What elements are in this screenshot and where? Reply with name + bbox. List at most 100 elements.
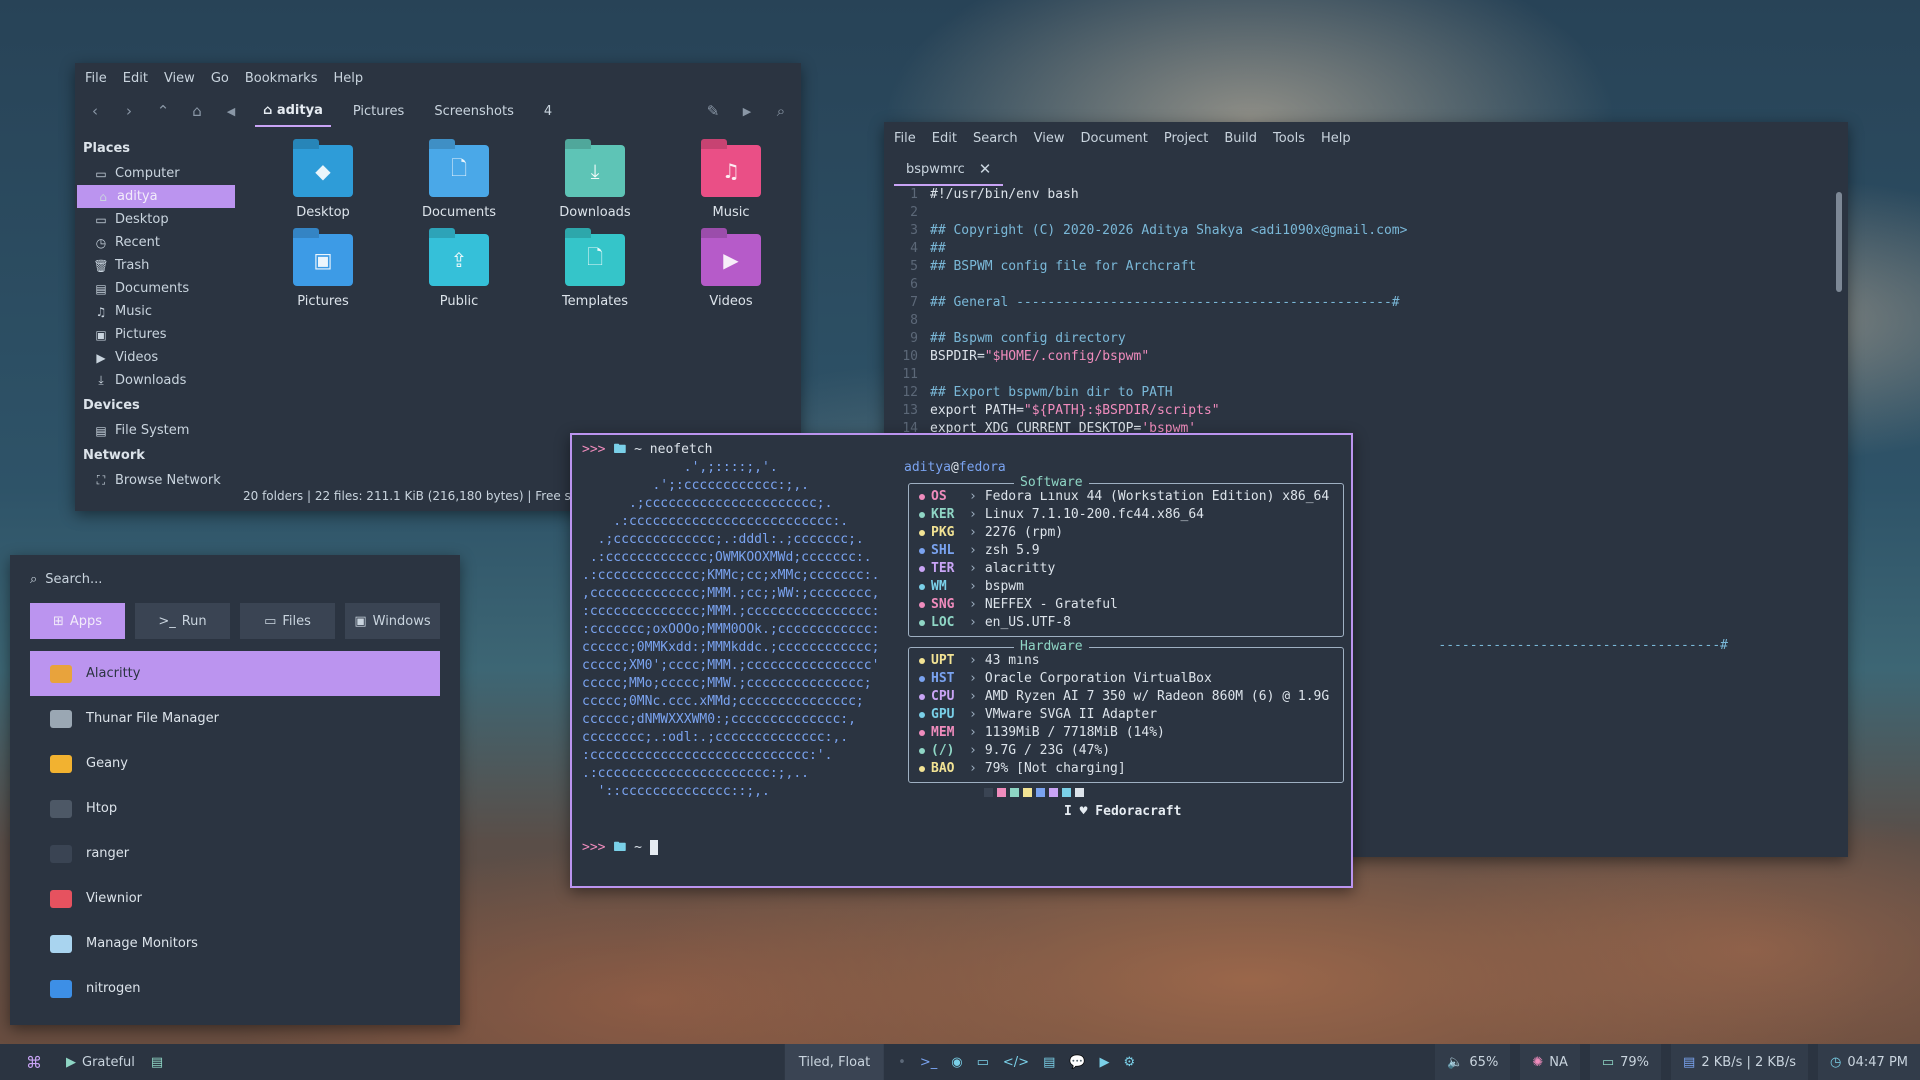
place-music[interactable]: ♫ Music: [75, 300, 235, 323]
geany-menu-build[interactable]: Build: [1224, 131, 1257, 146]
forward-icon[interactable]: ›: [119, 102, 139, 120]
mode-files[interactable]: ▭ Files: [240, 603, 335, 639]
geany-menu-edit[interactable]: Edit: [932, 131, 957, 146]
folder-item[interactable]: ▶ Videos: [663, 234, 799, 309]
color-swatch: [1075, 788, 1084, 797]
close-icon[interactable]: ✕: [979, 160, 992, 178]
folder-icon[interactable]: ▭: [977, 1055, 989, 1070]
crumb-right-icon[interactable]: ▶: [737, 105, 757, 118]
crumb-screenshots[interactable]: Screenshots: [426, 97, 522, 126]
geany-menu-project[interactable]: Project: [1164, 131, 1208, 146]
logo-line: cccccccc;.:odl:.;cccccccccccccc:,.: [582, 730, 849, 745]
menu-launcher-icon[interactable]: ⌘: [0, 1044, 54, 1080]
geany-menu-view[interactable]: View: [1034, 131, 1065, 146]
music-widget[interactable]: ▶ Grateful ▤: [54, 1044, 175, 1080]
folder-glyph-icon: ♫: [722, 159, 740, 183]
clipboard-icon[interactable]: ▤: [151, 1055, 163, 1070]
place-pictures[interactable]: ▣ Pictures: [75, 323, 235, 346]
settings-icon[interactable]: ⚙: [1124, 1055, 1136, 1070]
geany-menu-document[interactable]: Document: [1080, 131, 1147, 146]
geany-menu-search[interactable]: Search: [973, 131, 1018, 146]
search-input[interactable]: Search...: [45, 572, 102, 587]
crumb-aditya[interactable]: ⌂ aditya: [255, 96, 331, 127]
code-editor[interactable]: 1 #!/usr/bin/env bash 2 3 ## Copyright (C) 2…: [894, 186, 1834, 438]
place-computer[interactable]: ▭ Computer: [75, 162, 235, 185]
menu-help[interactable]: Help: [333, 71, 363, 86]
place-trash[interactable]: 🗑 Trash: [75, 254, 235, 277]
volume-widget[interactable]: 🔈 65%: [1435, 1044, 1511, 1080]
app-item[interactable]: Viewnior: [30, 876, 440, 921]
launcher-search[interactable]: ⌕ Search...: [10, 555, 460, 603]
place-recent[interactable]: ◷ Recent: [75, 231, 235, 254]
tab-bspwmrc[interactable]: bspwmrc ✕: [894, 154, 1004, 186]
netspeed-widget[interactable]: ▤ 2 KB/s | 2 KB/s: [1671, 1044, 1808, 1080]
folder-item[interactable]: ◆ Desktop: [255, 145, 391, 220]
up-icon[interactable]: ⌃: [153, 102, 173, 120]
mode-run[interactable]: >_ Run: [135, 603, 230, 639]
menu-file[interactable]: File: [85, 71, 107, 86]
geany-menu-tools[interactable]: Tools: [1273, 131, 1305, 146]
place-aditya[interactable]: ⌂ aditya: [77, 185, 235, 208]
folder-glyph-icon: 🗋: [450, 156, 468, 180]
browse-network[interactable]: ⛶ Browse Network: [75, 469, 235, 492]
device-filesystem[interactable]: ▤ File System: [75, 419, 235, 442]
logo-line: .:cccccccccccccccccccccccccc:.: [582, 514, 849, 529]
app-item[interactable]: Thunar File Manager: [30, 696, 440, 741]
logo-line: .:ccccccccccccc;OWMKOOXMWd;ccccccc:.: [582, 550, 872, 565]
mode-apps[interactable]: ⊞ Apps: [30, 603, 125, 639]
app-item[interactable]: ranger: [30, 831, 440, 876]
app-item[interactable]: Manage Monitors: [30, 921, 440, 966]
terminal-icon[interactable]: >_: [920, 1055, 937, 1070]
battery-widget[interactable]: ▭ 79%: [1589, 1044, 1662, 1080]
editor-scrollbar[interactable]: [1836, 192, 1842, 292]
play-icon[interactable]: ▶: [66, 1055, 76, 1070]
crumb-pictures[interactable]: Pictures: [345, 97, 412, 126]
edit-path-icon[interactable]: ✎: [703, 102, 723, 120]
menu-edit[interactable]: Edit: [123, 71, 148, 86]
bar-right: 🔈 65% ✺ NA ▭ 79% ▤ 2 KB/s | 2 KB/s ◷ 04:47 PM: [1435, 1044, 1920, 1080]
crumb-left-icon[interactable]: ◀: [221, 105, 241, 118]
software-list: OS › Fedora Linux 44 (Workstation Edition)…: [919, 488, 1343, 632]
network-widget[interactable]: ✺ NA: [1520, 1044, 1580, 1080]
clock-widget[interactable]: ◷ 04:47 PM: [1818, 1044, 1920, 1080]
layout-indicator[interactable]: Tiled, Float: [784, 1044, 885, 1080]
folder-item[interactable]: ⇪ Public: [391, 234, 527, 309]
folder-item[interactable]: ♫ Music: [663, 145, 799, 220]
notes-icon[interactable]: ▤: [1043, 1055, 1055, 1070]
geany-menu-file[interactable]: File: [894, 131, 916, 146]
place-downloads[interactable]: ⤓ Downloads: [75, 369, 235, 392]
info-row: GPU › VMware SVGA II Adapter: [919, 706, 1343, 724]
chat-icon[interactable]: 💬: [1069, 1055, 1085, 1070]
folder-item[interactable]: 🗋 Templates: [527, 234, 663, 309]
line-number: 11: [902, 367, 918, 382]
search-icon[interactable]: ⌕: [771, 102, 791, 120]
line-number: 12: [902, 385, 918, 400]
crumb-4[interactable]: 4: [536, 97, 560, 126]
back-icon[interactable]: ‹: [85, 102, 105, 120]
place-videos[interactable]: ▶ Videos: [75, 346, 235, 369]
cursor: [649, 840, 658, 855]
menu-bookmarks[interactable]: Bookmarks: [245, 71, 318, 86]
folder-icon: 🗋: [429, 145, 489, 197]
menu-view[interactable]: View: [164, 71, 195, 86]
youtube-icon[interactable]: ▶: [1100, 1055, 1110, 1070]
mode-windows[interactable]: ▣ Windows: [345, 603, 440, 639]
app-item[interactable]: Htop: [30, 786, 440, 831]
alacritty-window[interactable]: >>> 🖿 ~ neofetch .',;::::;,'. .';:cccccc…: [570, 433, 1353, 888]
folder-item[interactable]: ▣ Pictures: [255, 234, 391, 309]
geany-menu-help[interactable]: Help: [1321, 131, 1351, 146]
folder-item[interactable]: 🗋 Documents: [391, 145, 527, 220]
home-icon[interactable]: ⌂: [187, 102, 207, 120]
color-swatch: [997, 788, 1006, 797]
place-desktop[interactable]: ▭ Desktop: [75, 208, 235, 231]
browser-icon[interactable]: ◉: [951, 1055, 962, 1070]
menu-go[interactable]: Go: [211, 71, 229, 86]
app-item[interactable]: nitrogen: [30, 966, 440, 1011]
place-documents[interactable]: ▤ Documents: [75, 277, 235, 300]
app-label: Thunar File Manager: [86, 711, 219, 726]
folder-item[interactable]: ⤓ Downloads: [527, 145, 663, 220]
info-row: HST › Oracle Corporation VirtualBox: [919, 670, 1343, 688]
code-icon[interactable]: </>: [1003, 1055, 1029, 1070]
app-item[interactable]: Geany: [30, 741, 440, 786]
app-item[interactable]: Alacritty: [30, 651, 440, 696]
